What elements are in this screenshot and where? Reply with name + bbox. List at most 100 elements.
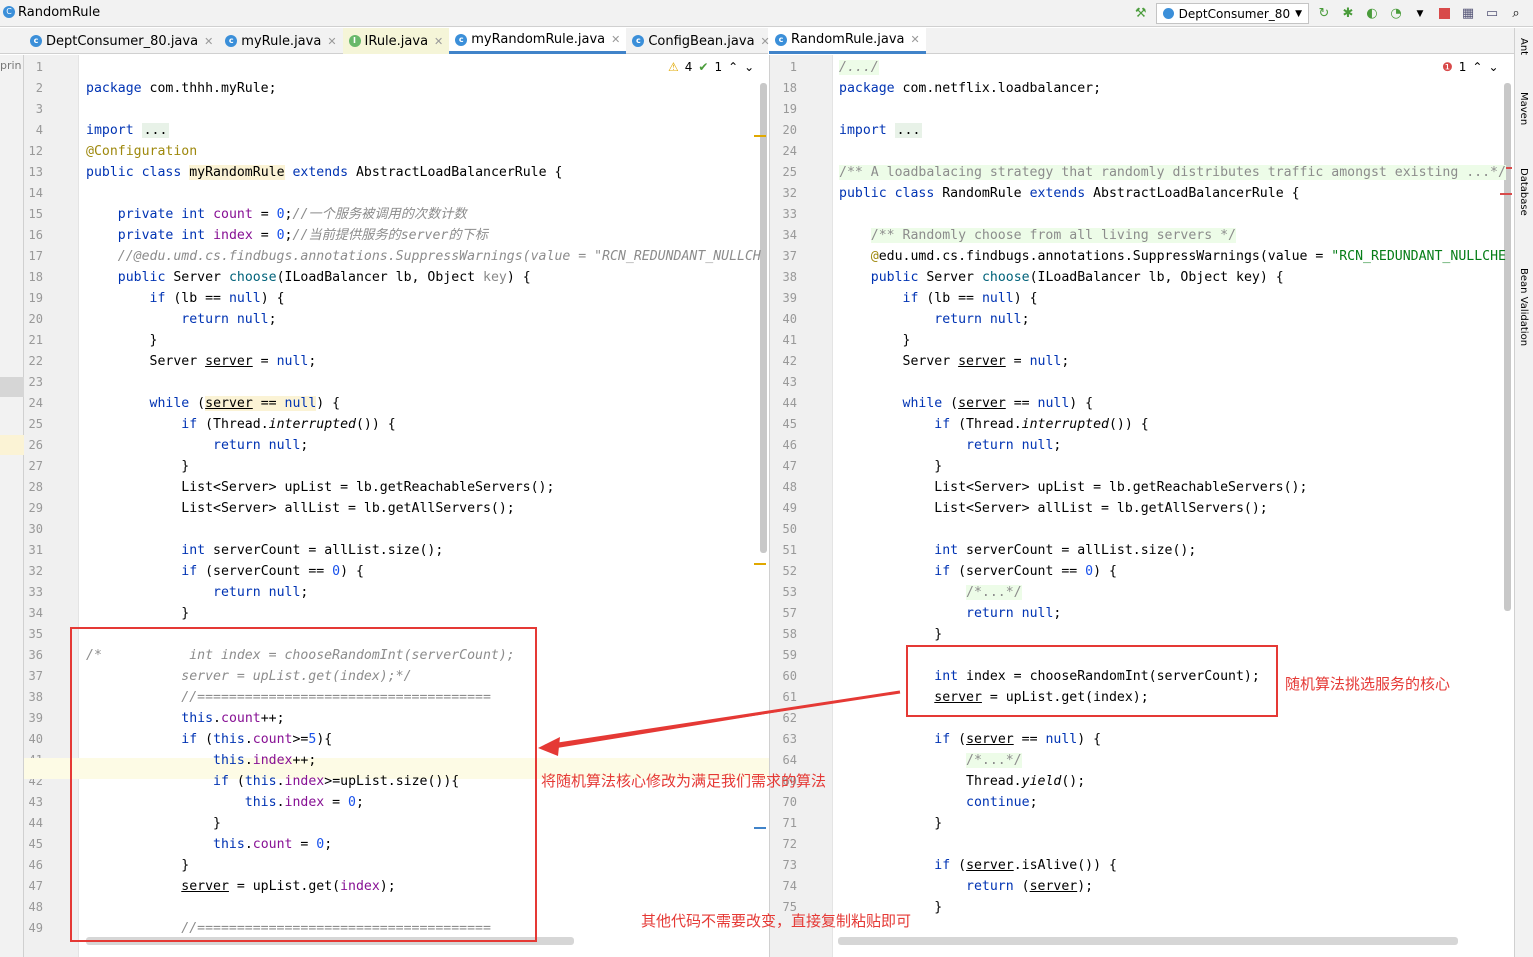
code-line[interactable]: public class myRandomRule extends Abstra… (86, 162, 562, 183)
code-line[interactable]: if (serverCount == 0) { (86, 561, 364, 582)
maven-tool-tab[interactable]: Maven (1518, 92, 1529, 125)
code-line[interactable]: Thread.yield(); (839, 771, 1085, 792)
right-inspections[interactable]: ❶1 ⌃ ⌄ (1442, 60, 1499, 74)
rerun-icon[interactable]: ↻ (1315, 5, 1333, 23)
code-line[interactable]: /*...*/ (839, 582, 1022, 603)
code-line[interactable]: int index = chooseRandomInt(serverCount)… (839, 666, 1260, 687)
code-line[interactable]: this.index++; (86, 750, 316, 771)
code-line[interactable]: List<Server> allList = lb.getAllServers(… (839, 498, 1267, 519)
close-icon[interactable]: ✕ (434, 35, 443, 48)
ant-tool-tab[interactable]: Ant (1518, 38, 1529, 55)
code-line[interactable]: } (839, 813, 942, 834)
code-line[interactable]: //===================================== (86, 918, 491, 939)
code-line[interactable]: continue; (839, 792, 1037, 813)
code-line[interactable]: this.count = 0; (86, 834, 332, 855)
left-scrollbar[interactable] (760, 83, 767, 553)
code-line[interactable]: //@edu.umd.cs.findbugs.annotations.Suppr… (86, 246, 761, 267)
code-line[interactable]: server = upList.get(index); (839, 687, 1148, 708)
tab-configbean[interactable]: c ConfigBean.java ✕ (626, 28, 775, 54)
code-line[interactable]: if (serverCount == 0) { (839, 561, 1117, 582)
close-icon[interactable]: ✕ (911, 33, 920, 46)
change-marker[interactable] (754, 827, 766, 829)
left-inspections[interactable]: ⚠ 4 ✔ 1 ⌃ ⌄ (668, 60, 754, 74)
code-line[interactable]: } (839, 624, 942, 645)
chevron-down-icon[interactable]: ⌄ (744, 60, 754, 74)
code-line[interactable]: package com.netflix.loadbalancer; (839, 78, 1101, 99)
code-line[interactable]: } (839, 330, 911, 351)
code-line[interactable]: if (server.isAlive()) { (839, 855, 1117, 876)
code-line[interactable]: //===================================== (86, 687, 491, 708)
code-line[interactable]: int serverCount = allList.size(); (839, 540, 1196, 561)
code-line[interactable]: if (server == null) { (839, 729, 1101, 750)
stop-icon[interactable] (1435, 5, 1453, 23)
code-line[interactable]: } (86, 855, 189, 876)
bean-validation-tool-tab[interactable]: Bean Validation (1518, 268, 1529, 346)
code-line[interactable]: server = upList.get(index); (86, 876, 395, 897)
code-line[interactable]: if (Thread.interrupted()) { (839, 414, 1148, 435)
code-line[interactable]: } (839, 456, 942, 477)
code-line[interactable]: if (this.count>=5){ (86, 729, 332, 750)
code-line[interactable]: import ... (86, 120, 170, 141)
code-line[interactable]: List<Server> upList = lb.getReachableSer… (86, 477, 554, 498)
code-line[interactable]: int serverCount = allList.size(); (86, 540, 443, 561)
warning-marker[interactable] (754, 135, 766, 137)
code-line[interactable]: if (lb == null) { (86, 288, 285, 309)
code-line[interactable]: } (86, 603, 189, 624)
code-line[interactable]: } (86, 456, 189, 477)
code-line[interactable]: } (86, 813, 221, 834)
error-marker[interactable] (1500, 193, 1512, 195)
tab-deptconsumer[interactable]: c DeptConsumer_80.java ✕ (24, 28, 219, 54)
right-editor[interactable]: 1 /.../ 18 package com.netflix.loadbalancer… (769, 55, 1514, 957)
code-line[interactable]: /** A loadbalacing strategy that randoml… (839, 162, 1506, 183)
close-icon[interactable]: ✕ (611, 33, 620, 46)
project-structure-icon[interactable]: ▦ (1459, 5, 1477, 23)
code-line[interactable]: /.../ (839, 57, 879, 78)
code-line[interactable]: return null; (839, 309, 1029, 330)
coverage-icon[interactable]: ◐ (1363, 5, 1381, 23)
code-line[interactable]: package com.thhh.myRule; (86, 78, 277, 99)
code-line[interactable]: public Server choose(ILoadBalancer lb, O… (839, 267, 1284, 288)
code-line[interactable]: } (86, 330, 158, 351)
code-line[interactable]: public class RandomRule extends Abstract… (839, 183, 1300, 204)
code-line[interactable]: } (839, 897, 942, 918)
code-line[interactable]: server = upList.get(index);*/ (86, 666, 411, 687)
right-hscrollbar[interactable] (838, 937, 1458, 945)
code-line[interactable]: /** Randomly choose from all living serv… (839, 225, 1236, 246)
tab-randomrule[interactable]: c RandomRule.java ✕ (769, 28, 926, 54)
code-line[interactable]: @edu.umd.cs.findbugs.annotations.Suppres… (839, 246, 1506, 267)
code-line[interactable]: return null; (86, 582, 308, 603)
terminal-icon[interactable]: ▭ (1483, 5, 1501, 23)
chevron-down-icon[interactable]: ⌄ (1488, 60, 1498, 74)
code-line[interactable]: return (server); (839, 876, 1093, 897)
code-line[interactable]: private int count = 0;//一个服务被调用的次数计数 (86, 204, 467, 225)
code-line[interactable]: List<Server> allList = lb.getAllServers(… (86, 498, 514, 519)
chevron-up-icon[interactable]: ⌃ (728, 60, 738, 74)
code-line[interactable]: return null; (839, 603, 1061, 624)
tab-irule[interactable]: I IRule.java ✕ (342, 28, 450, 54)
code-line[interactable]: private int index = 0;//当前提供服务的server的下标 (86, 225, 488, 246)
code-line[interactable]: return null; (86, 309, 276, 330)
code-line[interactable]: if (lb == null) { (839, 288, 1038, 309)
chevron-down-icon[interactable]: ▼ (1411, 5, 1429, 23)
profile-icon[interactable]: ◔ (1387, 5, 1405, 23)
code-line[interactable]: return null; (86, 435, 308, 456)
code-line[interactable]: public Server choose(ILoadBalancer lb, O… (86, 267, 531, 288)
tab-myrule[interactable]: c myRule.java ✕ (219, 28, 342, 54)
code-line[interactable]: this.index = 0; (86, 792, 364, 813)
code-line[interactable]: return null; (839, 435, 1061, 456)
run-config-select[interactable]: DeptConsumer_80 ▼ (1155, 3, 1309, 24)
close-icon[interactable]: ✕ (327, 35, 336, 48)
code-line[interactable]: if (Thread.interrupted()) { (86, 414, 395, 435)
close-icon[interactable]: ✕ (204, 35, 213, 48)
debug-icon[interactable]: ✱ (1339, 5, 1357, 23)
code-line[interactable]: /*...*/ (839, 750, 1022, 771)
code-line[interactable]: import ... (839, 120, 923, 141)
chevron-up-icon[interactable]: ⌃ (1472, 60, 1482, 74)
build-hammer-icon[interactable]: ⚒ (1132, 5, 1150, 23)
code-line[interactable]: while (server == null) { (839, 393, 1094, 414)
code-line[interactable]: while (server == null) { (86, 393, 340, 414)
database-tool-tab[interactable]: Database (1518, 168, 1529, 216)
code-line[interactable]: if (this.index>=upList.size()){ (86, 771, 459, 792)
tab-myrandomrule[interactable]: c myRandomRule.java ✕ (449, 28, 627, 54)
code-line[interactable]: @Configuration (86, 141, 197, 162)
